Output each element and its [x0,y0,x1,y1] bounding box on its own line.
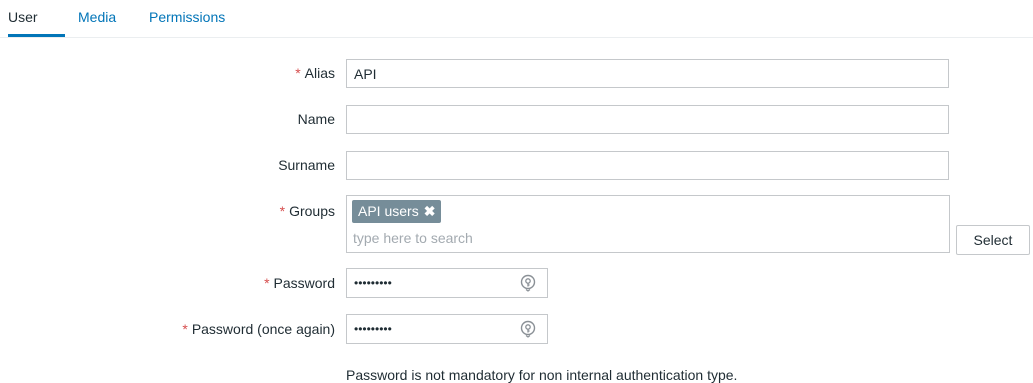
required-marker: * [279,203,286,219]
active-tab-indicator [8,34,65,37]
password-manager-icon[interactable] [519,320,537,338]
name-input[interactable] [346,105,949,134]
surname-label: Surname [278,157,335,173]
groups-label: * Groups [279,203,335,219]
password-field [346,268,548,298]
required-marker: * [295,65,301,81]
tab-user[interactable]: User [8,9,38,25]
password-note: Password is not mandatory for non intern… [346,367,738,383]
tab-permissions[interactable]: Permissions [149,9,225,25]
remove-chip-icon[interactable]: ✖ [424,203,436,219]
password-input[interactable] [354,274,514,292]
group-chip-api-users: API users ✖ [352,200,442,223]
required-marker: * [264,275,270,291]
alias-label: * Alias [295,65,335,81]
password-again-field [346,314,548,344]
groups-multiselect[interactable]: API users ✖ [346,195,950,253]
group-chip-label: API users [358,203,419,219]
select-groups-button[interactable]: Select [956,225,1030,255]
tab-bar: User Media Permissions [0,0,1033,38]
password-again-label: * Password (once again) [182,321,335,337]
required-marker: * [182,321,188,337]
tab-media[interactable]: Media [78,9,116,25]
surname-input[interactable] [346,151,949,180]
password-label: * Password [264,275,335,291]
groups-search-input[interactable] [353,227,933,249]
alias-input[interactable] [346,59,949,88]
password-again-input[interactable] [354,320,514,338]
name-label: Name [297,111,335,127]
password-manager-icon[interactable] [519,274,537,292]
